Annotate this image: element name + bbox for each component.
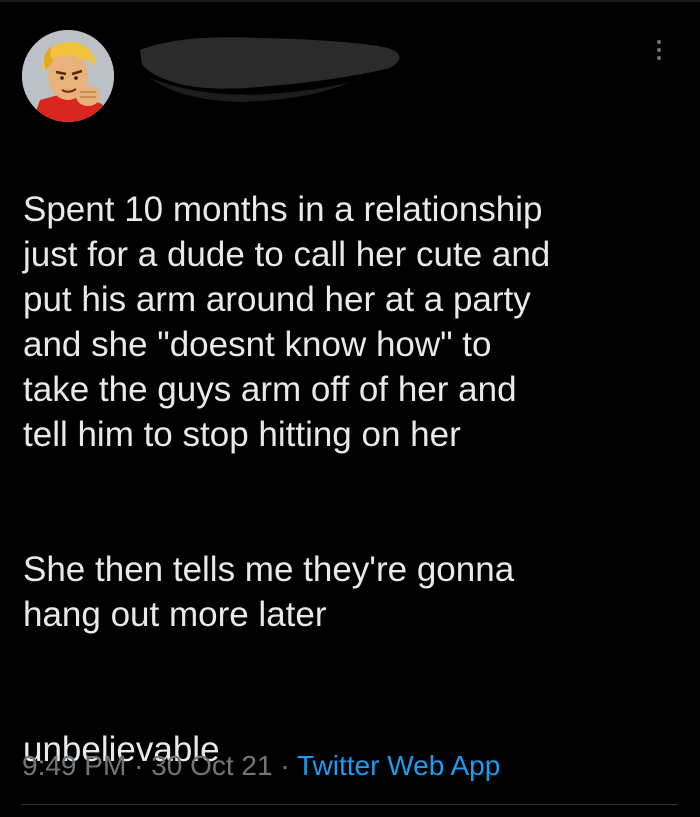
- tweet-paragraph: Spent 10 months in a relationship just f…: [23, 190, 551, 454]
- avatar[interactable]: [22, 30, 114, 122]
- meta-separator: ·: [134, 750, 144, 781]
- tweet-date[interactable]: 30 Oct 21: [151, 750, 272, 781]
- tweet-meta: 9:49 PM · 30 Oct 21 · Twitter Web App: [22, 746, 500, 786]
- dot: [657, 56, 661, 60]
- avatar-illustration: [22, 30, 114, 122]
- redacted-username: [140, 37, 400, 102]
- more-options-icon[interactable]: [652, 40, 666, 66]
- tweet-header: [0, 0, 700, 130]
- tweet-time[interactable]: 9:49 PM: [22, 750, 126, 781]
- dot: [657, 40, 661, 44]
- dot: [657, 48, 661, 52]
- tweet-text: Spent 10 months in a relationship just f…: [23, 142, 693, 817]
- tweet-source-link[interactable]: Twitter Web App: [297, 750, 500, 781]
- meta-separator: ·: [280, 750, 290, 781]
- bottom-divider: [22, 804, 678, 805]
- tweet-paragraph: She then tells me they're gonna hang out…: [23, 550, 515, 634]
